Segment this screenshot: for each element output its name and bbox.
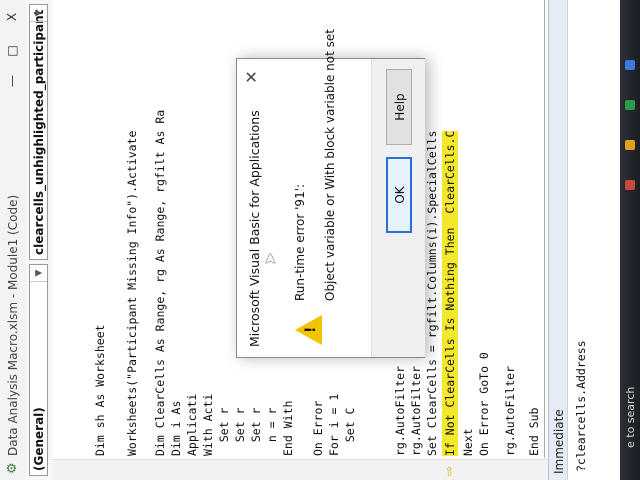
code-line[interactable]: Dim i As bbox=[168, 401, 184, 456]
close-button[interactable]: X bbox=[3, 6, 21, 28]
app-icon[interactable] bbox=[625, 140, 635, 150]
error-message-text: Object variable or With block variable n… bbox=[323, 29, 337, 301]
app-icon[interactable] bbox=[625, 60, 635, 70]
code-line[interactable]: Set ClearCells = rgfilt.Columns(i).Speci… bbox=[424, 131, 440, 456]
code-line[interactable]: Set C bbox=[342, 408, 358, 456]
code-line[interactable]: rg.AutoFilter bbox=[392, 366, 408, 456]
object-combo[interactable]: (General) ▼ bbox=[29, 264, 48, 476]
ok-button[interactable]: OK bbox=[386, 157, 412, 233]
app-icon[interactable] bbox=[625, 100, 635, 110]
window-title: Data Analysis Macro.xlsm - Module1 (Code… bbox=[6, 194, 20, 456]
maximize-button[interactable]: □ bbox=[3, 40, 21, 62]
breakpoint-gutter[interactable] bbox=[52, 459, 548, 480]
procedure-combo-value: clearcells_unhighlighted_participant bbox=[32, 9, 46, 255]
code-line[interactable]: Set r bbox=[232, 408, 248, 456]
object-combo-value: (General) bbox=[32, 407, 46, 471]
vba-editor-window: ⚙ Data Analysis Macro.xlsm - Module1 (Co… bbox=[0, 0, 640, 480]
procedure-selector-bar: (General) ▼ clearcells_unhighlighted_par… bbox=[26, 0, 53, 480]
execution-pointer-icon: ⇨ bbox=[442, 465, 456, 476]
procedure-combo[interactable]: clearcells_unhighlighted_participant ▼ bbox=[29, 4, 48, 260]
code-line[interactable]: Dim sh As Worksheet bbox=[92, 324, 108, 456]
excel-macro-icon: ⚙ bbox=[5, 462, 20, 474]
dialog-title: Microsoft Visual Basic for Applications bbox=[247, 110, 262, 347]
code-line[interactable]: rg.AutoFilter bbox=[502, 366, 518, 456]
code-line[interactable]: For i = 1 bbox=[326, 394, 342, 456]
warning-exclamation: ! bbox=[303, 326, 319, 333]
code-line[interactable]: Worksheets("Participant Missing Info").A… bbox=[124, 131, 140, 456]
immediate-window-title: Immediate bbox=[548, 0, 568, 480]
procedure-separator bbox=[544, 0, 545, 458]
code-line[interactable]: Next bbox=[460, 428, 476, 456]
code-line[interactable]: On Error bbox=[310, 401, 326, 456]
close-icon[interactable]: ✕ bbox=[241, 65, 263, 89]
title-bar: ⚙ Data Analysis Macro.xlsm - Module1 (Co… bbox=[0, 0, 27, 480]
taskbar-search-box[interactable]: e to search bbox=[624, 387, 637, 448]
dialog-button-bar: OK Help bbox=[371, 59, 425, 357]
code-line[interactable]: Set r bbox=[216, 408, 232, 456]
code-line[interactable]: On Error GoTo 0 bbox=[476, 352, 492, 456]
mouse-cursor-icon: ➤ bbox=[261, 252, 279, 265]
help-button[interactable]: Help bbox=[386, 69, 412, 145]
code-line[interactable]: End Sub bbox=[526, 408, 542, 456]
runtime-error-dialog: Microsoft Visual Basic for Applications … bbox=[236, 29, 425, 358]
code-line[interactable]: End With bbox=[280, 401, 296, 456]
code-line[interactable]: Dim ClearCells As Range, rg As Range, rg… bbox=[152, 110, 168, 456]
highlighted-code-line[interactable]: If Not ClearCells Is Nothing Then ClearC… bbox=[442, 130, 458, 456]
minimize-button[interactable]: — bbox=[3, 70, 21, 92]
chevron-down-icon[interactable]: ▼ bbox=[30, 5, 47, 22]
code-line[interactable]: Set r bbox=[248, 408, 264, 456]
immediate-input[interactable]: ?clearcells.Address bbox=[574, 340, 588, 472]
code-line[interactable]: With Acti bbox=[200, 394, 216, 456]
app-icon[interactable] bbox=[625, 180, 635, 190]
chevron-down-icon[interactable]: ▼ bbox=[30, 265, 47, 282]
error-code-text: Run-time error '91': bbox=[293, 183, 307, 301]
code-line[interactable]: n = r bbox=[264, 408, 280, 456]
code-line[interactable]: Applicati bbox=[184, 394, 200, 456]
